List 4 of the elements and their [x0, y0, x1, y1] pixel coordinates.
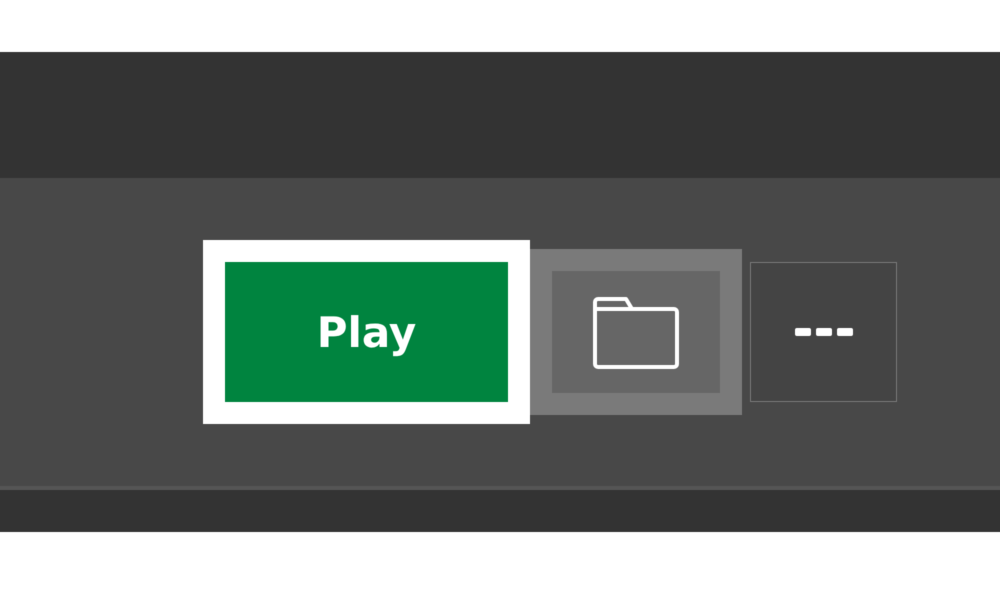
more-icon	[794, 327, 852, 337]
folder-button[interactable]	[530, 249, 742, 415]
folder-icon	[592, 294, 680, 370]
play-button[interactable]: Play	[203, 240, 530, 424]
